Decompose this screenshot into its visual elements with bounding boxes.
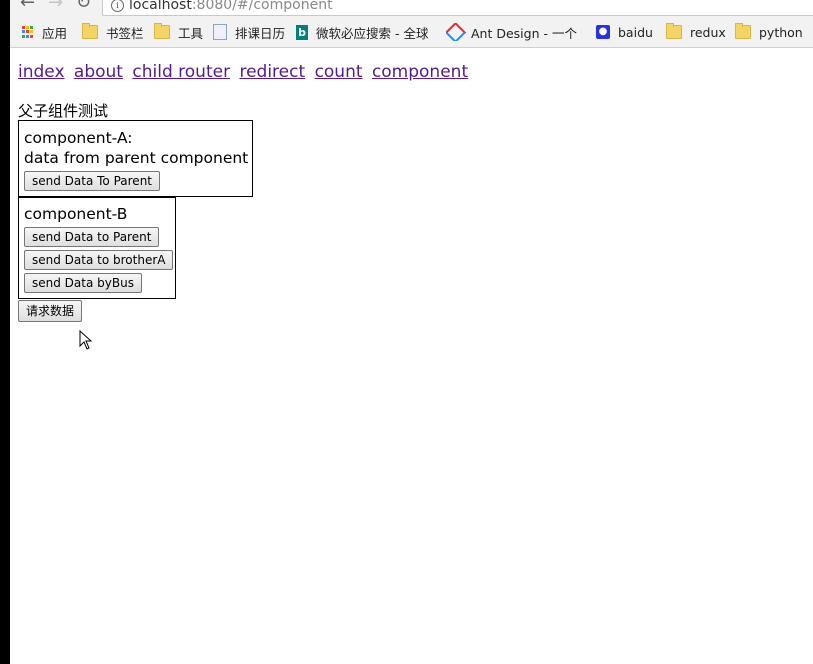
url-text: localhost:8080/#/component xyxy=(129,0,333,13)
bookmark-label: 工具 xyxy=(178,25,204,41)
url-host: localhost xyxy=(129,0,192,13)
bookmark-bing[interactable]: b 微软必应搜索 - 全球 xyxy=(296,23,434,41)
bookmark-ant-design[interactable]: Ant Design - 一个 U xyxy=(446,23,582,41)
component-b-title: component-B xyxy=(24,205,128,223)
request-data-button[interactable]: 请求数据 xyxy=(18,300,83,322)
paw-icon: ● xyxy=(596,25,610,39)
nav-link-count[interactable]: count xyxy=(315,62,363,82)
bookmark-folder-bookmarks-bar[interactable]: 书签栏 xyxy=(82,23,144,41)
component-a-title: component-A: xyxy=(24,129,133,147)
page-icon xyxy=(213,24,227,40)
bookmark-folder-python[interactable]: python xyxy=(735,23,803,41)
send-data-by-bus-button[interactable]: send Data byBus xyxy=(24,273,142,293)
folder-icon xyxy=(666,23,682,39)
section-title: 父子组件测试 xyxy=(18,102,109,120)
bookmark-schedule[interactable]: 排课日历 xyxy=(213,23,285,41)
component-b-box: component-B send Data to Parent send Dat… xyxy=(18,197,176,299)
folder-icon xyxy=(82,23,98,39)
nav-link-index[interactable]: index xyxy=(18,62,65,82)
send-data-to-brother-button[interactable]: send Data to brotherA xyxy=(24,250,174,270)
folder-icon xyxy=(154,23,170,39)
bookmark-label: Ant Design - 一个 U xyxy=(471,25,582,41)
info-icon[interactable]: i xyxy=(111,0,124,12)
mouse-cursor-icon xyxy=(79,330,93,350)
bookmarks-bar: 应用 书签栏 工具 排课日历 b 微软必应搜索 - 全球 Ant Design … xyxy=(10,16,813,48)
folder-icon xyxy=(735,23,751,39)
bookmark-label: redux xyxy=(690,24,726,40)
ant-design-icon xyxy=(446,23,467,41)
router-nav: index about child router redirect count … xyxy=(18,60,472,84)
back-arrow-icon[interactable]: ← xyxy=(20,0,35,12)
bookmark-label: python xyxy=(759,24,803,40)
forward-arrow-icon[interactable]: → xyxy=(48,0,63,12)
bookmark-label: baidu xyxy=(618,24,653,40)
send-data-to-parent-button-a[interactable]: send Data To Parent xyxy=(24,171,160,191)
bookmark-label: 书签栏 xyxy=(106,25,144,41)
bookmark-folder-tools[interactable]: 工具 xyxy=(154,23,203,41)
page-content: index about child router redirect count … xyxy=(18,60,472,322)
url-path: :8080/#/component xyxy=(191,0,333,13)
nav-link-about[interactable]: about xyxy=(74,62,123,82)
bookmark-label: 应用 xyxy=(42,25,68,41)
nav-link-redirect[interactable]: redirect xyxy=(239,62,305,82)
url-input[interactable]: i localhost:8080/#/component xyxy=(102,0,813,16)
bing-icon: b xyxy=(296,24,308,40)
bookmark-label: 微软必应搜索 - 全球 xyxy=(316,25,429,41)
left-window-edge xyxy=(0,0,10,664)
bookmark-label: 排课日历 xyxy=(235,25,286,41)
nav-link-component[interactable]: component xyxy=(372,62,468,82)
bookmark-apps[interactable]: 应用 xyxy=(22,23,67,41)
component-a-box: component-A: data from parent component … xyxy=(18,120,253,197)
send-data-to-parent-button-b[interactable]: send Data to Parent xyxy=(24,227,160,247)
address-bar-row: ← → ↻ i localhost:8080/#/component xyxy=(10,0,813,16)
component-a-message: data from parent component xyxy=(24,149,249,167)
bookmark-folder-redux[interactable]: redux xyxy=(666,23,726,41)
bookmark-baidu[interactable]: ● baidu xyxy=(596,23,653,41)
apps-icon xyxy=(22,26,34,38)
reload-icon[interactable]: ↻ xyxy=(76,0,91,12)
nav-link-child-router[interactable]: child router xyxy=(132,62,230,82)
